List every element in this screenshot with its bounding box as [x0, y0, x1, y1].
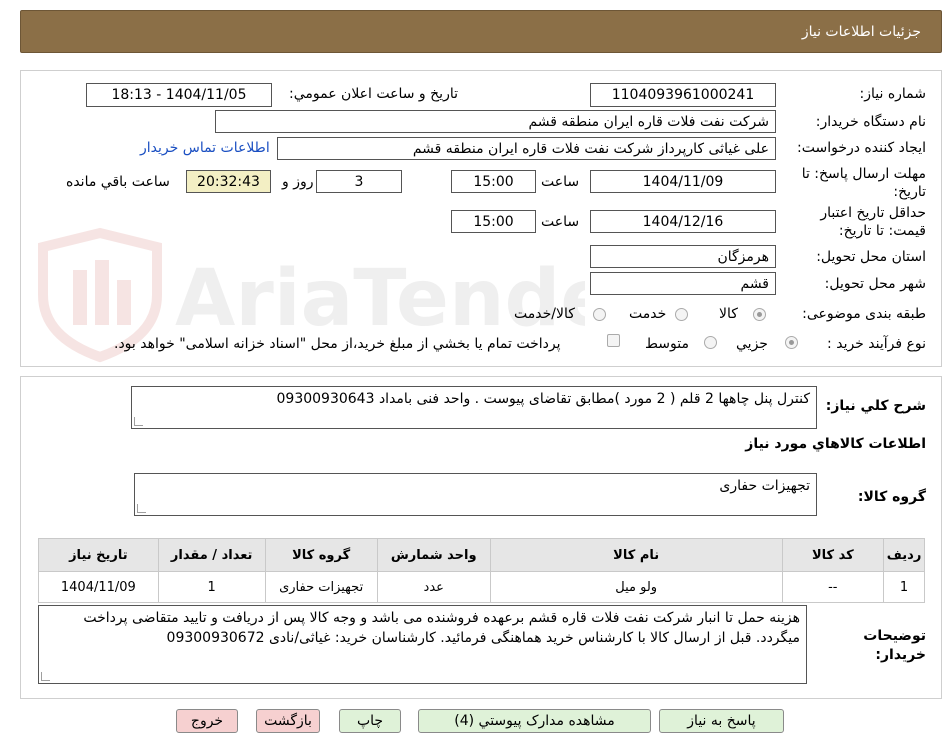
cell-item-group: تجهیزات حفاری [264, 571, 378, 603]
price-validity-date-field: 1404/12/16 [590, 210, 776, 233]
purchase-type-option-minor: جزيي [736, 336, 768, 352]
category-radio-goods[interactable] [753, 308, 766, 321]
resize-handle-icon[interactable] [41, 672, 50, 681]
cell-row-number: 1 [883, 571, 925, 603]
table-row: 1 -- ولو میل عدد تجهیزات حفاری 1 1404/11… [38, 571, 925, 603]
col-unit: واحد شمارش [376, 538, 491, 572]
summary-textarea[interactable]: کنترل پنل چاهها 2 قلم ( 2 مورد )مطابق تق… [131, 386, 817, 429]
back-button[interactable]: بازگشت [256, 709, 320, 733]
page-header: جزئیات اطلاعات نیاز [20, 10, 942, 53]
province-label: استان محل تحويل: [816, 249, 926, 265]
purchase-type-option-medium: متوسط [645, 336, 689, 352]
cell-item-code: -- [781, 571, 885, 603]
purchase-type-label: نوع فرآيند خريد : [827, 336, 926, 352]
requester-label: ايجاد کننده درخواست: [797, 140, 926, 156]
requester-field: علی غیاثی کارپرداز شرکت نفت فلات قاره ای… [277, 137, 776, 160]
city-label: شهر محل تحويل: [824, 276, 926, 292]
treasury-bonds-note: پرداخت تمام يا بخشي از مبلغ خريد،از محل … [114, 336, 561, 352]
category-label: طبقه بندی موضوعی: [802, 306, 926, 322]
reply-deadline-label-2: تاريخ: [893, 184, 926, 200]
announce-datetime-field: 1404/11/05 - 18:13 [86, 83, 272, 107]
resize-handle-icon[interactable] [137, 504, 146, 513]
summary-label: شرح كلي نياز: [825, 398, 926, 414]
announce-datetime-label: تاریخ و ساعت اعلان عمومي: [289, 86, 458, 102]
purchase-type-radio-medium[interactable] [704, 336, 717, 349]
category-radio-service[interactable] [675, 308, 688, 321]
col-quantity: تعداد / مقدار [157, 538, 266, 572]
need-number-label: شماره نیاز: [859, 86, 927, 102]
buyer-notes-label-1: توضيحات [863, 628, 926, 644]
remaining-time-field: 20:32:43 [186, 170, 271, 193]
need-number-field: 1104093961000241 [590, 83, 776, 107]
buyer-notes-label-2: خريدار: [875, 647, 926, 663]
cell-unit: عدد [376, 571, 491, 603]
cell-quantity: 1 [157, 571, 266, 603]
reply-deadline-days-field: 3 [316, 170, 402, 193]
table-header-row: رديف کد کالا نام کالا واحد شمارش گروه کا… [38, 538, 925, 572]
page-title: جزئیات اطلاعات نیاز [801, 24, 921, 40]
col-item-name: نام کالا [489, 538, 783, 572]
col-need-date: تاريخ نياز [38, 538, 159, 572]
city-field: قشم [590, 272, 776, 295]
price-validity-label-2: قيمت: تا تاريخ: [838, 223, 926, 239]
buyer-contact-link[interactable]: اطلاعات تماس خريدار [140, 140, 270, 156]
summary-text: کنترل پنل چاهها 2 قلم ( 2 مورد )مطابق تق… [276, 391, 810, 407]
price-validity-time-label: ساعت [541, 214, 580, 230]
buyer-org-label: نام دستگاه خريدار: [815, 114, 926, 130]
goods-table: رديف کد کالا نام کالا واحد شمارش گروه کا… [38, 538, 925, 603]
purchase-type-radio-minor[interactable] [785, 336, 798, 349]
print-button[interactable]: چاپ [339, 709, 401, 733]
category-option-goods-service: کالا/خدمت [514, 306, 575, 322]
reply-deadline-time-field: 15:00 [451, 170, 536, 193]
goods-group-text: تجهیزات حفاری [719, 478, 810, 494]
reply-deadline-label-1: مهلت ارسال پاسخ: تا [801, 166, 926, 182]
goods-section-title: اطلاعات كالاهاي مورد نياز [745, 436, 926, 452]
cell-need-date: 1404/11/09 [38, 571, 159, 603]
remaining-time-label: ساعت باقي مانده [66, 174, 170, 190]
resize-handle-icon[interactable] [134, 417, 143, 426]
category-option-service: خدمت [629, 306, 667, 322]
treasury-bonds-checkbox[interactable] [607, 334, 620, 347]
col-item-group: گروه کالا [264, 538, 378, 572]
price-validity-label-1: حداقل تاريخ اعتبار [820, 205, 926, 221]
col-row-number: رديف [883, 538, 925, 572]
reply-deadline-days-label: روز و [282, 174, 314, 190]
category-option-goods: کالا [719, 306, 738, 322]
exit-button[interactable]: خروج [176, 709, 238, 733]
cell-item-name: ولو میل [489, 571, 783, 603]
buyer-org-field: شرکت نفت فلات قاره ایران منطقه قشم [215, 110, 776, 133]
reply-deadline-time-label: ساعت [541, 174, 580, 190]
province-field: هرمزگان [590, 245, 776, 268]
view-attachments-button[interactable]: مشاهده مدارک پيوستي (4) [418, 709, 651, 733]
reply-deadline-date-field: 1404/11/09 [590, 170, 776, 193]
goods-group-label: گروه کالا: [857, 489, 926, 505]
buyer-notes-textarea[interactable]: هزینه حمل تا انبار شرکت نفت فلات قاره قش… [38, 605, 807, 684]
col-item-code: کد کالا [781, 538, 885, 572]
goods-group-textarea[interactable]: تجهیزات حفاری [134, 473, 817, 516]
category-radio-goods-service[interactable] [593, 308, 606, 321]
buyer-notes-text: هزینه حمل تا انبار شرکت نفت فلات قاره قش… [83, 610, 800, 646]
reply-button[interactable]: پاسخ به نياز [659, 709, 784, 733]
price-validity-time-field: 15:00 [451, 210, 536, 233]
